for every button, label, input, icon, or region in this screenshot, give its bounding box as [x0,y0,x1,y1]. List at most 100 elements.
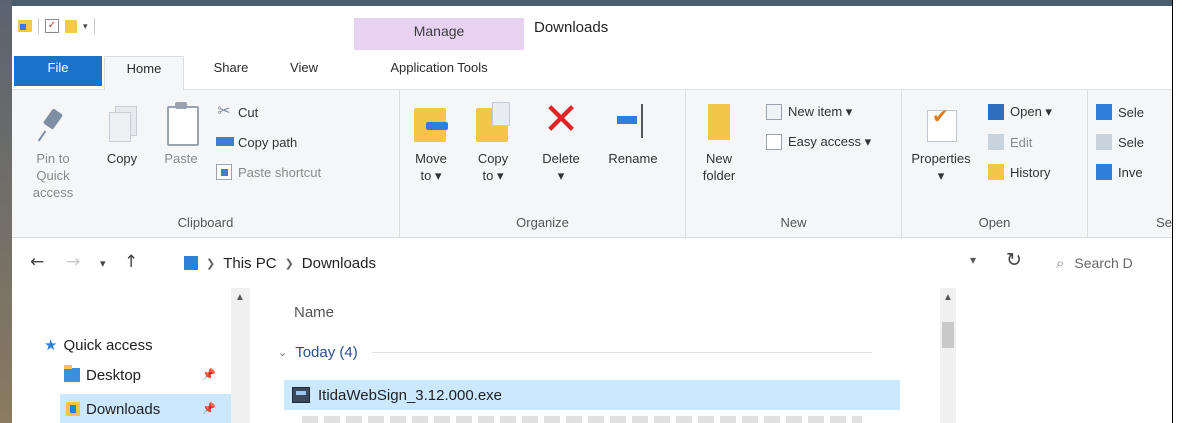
invert-selection-button[interactable]: Inve [1096,164,1143,180]
paste-icon [164,100,199,146]
select-all-label: Sele [1118,104,1145,120]
scroll-up-arrow-icon[interactable]: ▲ [235,292,245,303]
easy-access-icon [766,134,782,150]
refresh-icon[interactable]: ↻ [1006,249,1022,271]
invert-selection-label: Inve [1118,164,1143,180]
downloads-folder-icon [66,402,80,416]
file-row-partial[interactable] [302,416,862,423]
edit-label: Edit [1010,134,1033,150]
copy-to-label-line2: to ▾ [482,168,504,183]
tab-home[interactable]: Home [104,56,184,90]
copy-button[interactable]: Copy [98,104,146,167]
up-arrow-icon[interactable]: ↑ [124,252,138,272]
nav-item-label: Downloads [86,400,161,418]
recent-locations-chevron-icon[interactable]: ▾ [100,257,106,270]
file-explorer-window: ✓ ▾ Manage Downloads File Home Share Vie… [12,6,1172,423]
paste-shortcut-label: Paste shortcut [238,164,322,180]
quick-access-toolbar: ✓ ▾ [18,18,95,34]
open-button[interactable]: Open ▾ [988,104,1052,120]
toolbar-separator [38,18,39,34]
breadcrumb[interactable]: ❯ This PC ❯ Downloads [184,250,376,276]
copy-path-label: Copy path [238,134,298,150]
select-all-icon [1096,104,1112,120]
nav-item-desktop[interactable]: Desktop [64,362,141,388]
forward-arrow-icon[interactable]: → [66,252,80,272]
properties-qat-icon[interactable]: ✓ [45,19,59,33]
move-to-label-line1: Move [415,151,447,166]
copy-to-button[interactable]: Copy to ▾ [470,100,516,184]
nav-item-label: Quick access [63,336,153,354]
downloads-location-icon [184,256,198,270]
pin-icon: 📌 [202,402,216,415]
rename-button[interactable]: Rename [598,100,668,167]
move-to-label-line2: to ▾ [420,168,442,183]
scissors-icon: ✂ [217,103,231,120]
file-list-scrollbar[interactable]: ▲ [940,288,956,423]
exe-application-icon [292,387,310,403]
file-name: ItidaWebSign_3.12.000.exe [318,386,503,404]
new-item-icon [766,104,782,120]
customize-qat-dropdown-icon[interactable]: ▾ [83,21,88,32]
breadcrumb-downloads[interactable]: Downloads [302,255,376,272]
pin-to-quick-access-button[interactable]: Pin to Quick access [18,104,88,201]
address-dropdown-chevron-icon[interactable]: ▾ [970,253,976,267]
search-icon: ⌕ [1056,254,1065,272]
easy-access-button[interactable]: Easy access ▾ [766,134,871,150]
breadcrumb-this-pc[interactable]: This PC [223,255,276,272]
edit-button[interactable]: Edit [988,134,1032,150]
copy-to-label-line1: Copy [477,151,509,166]
delete-x-icon: ✕ [542,94,580,145]
search-box[interactable]: ⌕ Search D [1042,246,1172,280]
move-to-button[interactable]: Move to ▾ [408,100,454,184]
invert-selection-icon [1096,164,1112,180]
move-to-icon [412,100,450,144]
select-none-button[interactable]: Sele [1096,134,1144,150]
address-bar-row: ← → ▾ ↑ ❯ This PC ❯ Downloads ▾ ↻ ⌕ Sear… [12,240,1172,286]
paste-shortcut-button[interactable]: Paste shortcut [216,164,321,180]
manage-contextual-tab[interactable]: Manage [354,18,524,50]
tab-share[interactable]: Share [196,56,266,86]
back-arrow-icon[interactable]: ← [30,252,44,272]
easy-access-label: Easy access ▾ [788,134,872,149]
tab-view[interactable]: View [274,56,334,86]
scroll-up-arrow-icon[interactable]: ▲ [943,292,953,303]
breadcrumb-separator-icon[interactable]: ❯ [206,257,215,270]
pin-label-line2: access [32,185,74,200]
copy-path-button[interactable]: Copy path [216,134,297,150]
window-title: Downloads [534,19,609,36]
breadcrumb-separator-icon[interactable]: ❯ [285,257,294,270]
desktop-folder-icon [64,365,80,382]
tab-application-tools[interactable]: Application Tools [354,56,524,86]
tab-file[interactable]: File [14,56,102,86]
new-folder-label-line2: folder [702,168,736,183]
nav-item-label: Desktop [86,366,142,384]
new-folder-icon [702,100,736,144]
nav-pane-scrollbar[interactable]: ▲ [231,288,250,423]
delete-button[interactable]: ✕ Delete ▾ [532,94,590,184]
paste-button[interactable]: Paste [158,100,204,167]
properties-button[interactable]: Properties ▾ [906,100,976,184]
nav-item-quick-access[interactable]: ★ Quick access [44,332,153,358]
new-group-label: New [780,215,807,230]
rename-label: Rename [608,151,658,166]
properties-label-line1: Properties [911,151,971,166]
ribbon-tabs: File Home Share View Application Tools [12,50,1172,90]
cut-button[interactable]: ✂ Cut [216,104,258,120]
select-all-button[interactable]: Sele [1096,104,1144,120]
pin-label-line1: Pin to Quick [36,151,70,183]
new-folder-qat-icon[interactable] [65,19,77,33]
file-row-selected[interactable]: ItidaWebSign_3.12.000.exe [284,380,900,410]
scrollbar-thumb[interactable] [942,322,954,348]
organize-group-label: Organize [516,215,569,230]
column-header-name[interactable]: Name [294,304,334,321]
select-none-icon [1096,134,1112,150]
open-group: Properties ▾ Open ▾ Edit History Open [902,90,1088,238]
new-item-button[interactable]: New item ▾ [766,104,852,120]
collapse-chevron-icon[interactable]: ⌄ [278,346,287,359]
open-label: Open ▾ [1010,104,1052,119]
clipboard-group-label: Clipboard [177,215,234,230]
new-folder-button[interactable]: New folder [694,100,744,184]
copy-path-icon [216,134,234,150]
group-header-today[interactable]: ⌄ Today (4) [278,344,872,361]
history-button[interactable]: History [988,164,1050,180]
